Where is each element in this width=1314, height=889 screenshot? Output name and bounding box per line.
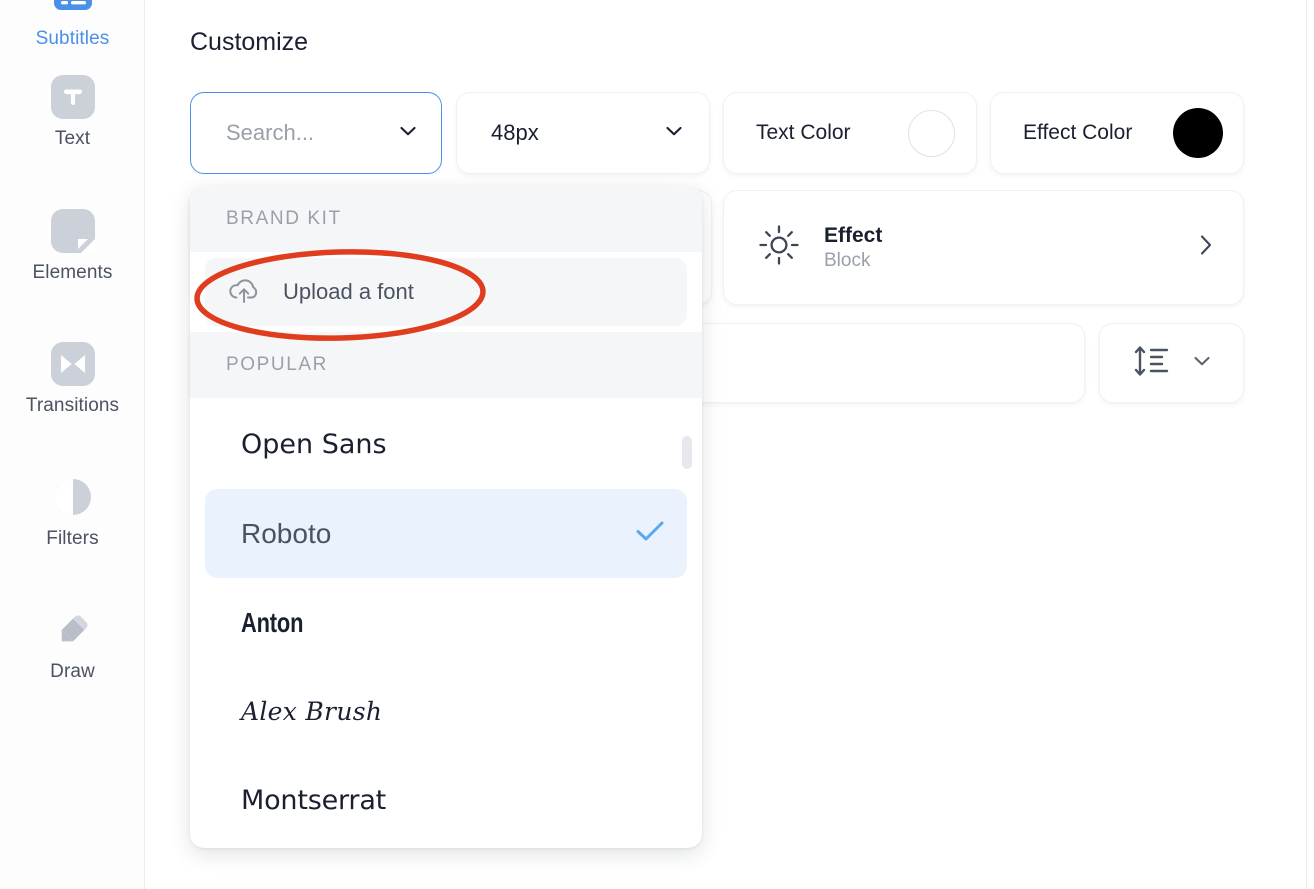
font-search-input[interactable]: Search...	[226, 120, 314, 146]
transitions-icon	[50, 341, 96, 387]
chevron-right-icon[interactable]	[1195, 232, 1217, 263]
font-name: Roboto	[241, 518, 331, 550]
elements-icon	[50, 208, 96, 254]
upload-a-font-button[interactable]: Upload a font	[205, 258, 687, 326]
sidebar-item-label: Draw	[50, 661, 95, 683]
effect-subtitle: Block	[824, 250, 882, 271]
cloud-upload-icon	[227, 275, 261, 310]
sidebar-item-label: Elements	[32, 262, 112, 284]
font-list-item-selected[interactable]: Roboto	[205, 489, 687, 578]
chevron-down-icon	[663, 120, 685, 147]
filters-icon	[50, 474, 96, 520]
check-icon	[633, 518, 667, 549]
effect-color-label: Effect Color	[1023, 121, 1132, 145]
text-color-swatch[interactable]	[908, 110, 955, 157]
font-list-item[interactable]: Anton	[205, 578, 687, 667]
font-name: Open Sans	[241, 429, 387, 460]
sidebar-item-filters[interactable]: Filters	[0, 474, 145, 550]
sidebar-item-label: Subtitles	[36, 28, 110, 50]
effect-color-button[interactable]: Effect Color	[990, 92, 1244, 174]
font-list-item[interactable]: Alex Brush	[205, 667, 687, 756]
upload-a-font-label: Upload a font	[283, 279, 414, 305]
sidebar-item-draw[interactable]: Draw	[0, 607, 145, 683]
sidebar-item-text[interactable]: Text	[0, 74, 145, 150]
subtitles-icon	[50, 0, 96, 20]
chevron-down-icon	[1191, 350, 1213, 377]
sidebar-item-label: Text	[55, 128, 90, 150]
font-size-select[interactable]: 48px	[456, 92, 710, 174]
effect-color-swatch[interactable]	[1173, 108, 1223, 158]
font-list-item[interactable]: Montserrat	[205, 756, 687, 845]
sidebar-item-subtitles[interactable]: Subtitles	[0, 0, 145, 50]
sun-brightness-icon	[756, 222, 802, 273]
draw-pencil-icon	[50, 607, 96, 653]
effect-title: Effect	[824, 224, 882, 248]
font-list-item[interactable]: Open Sans	[205, 400, 687, 489]
line-height-icon	[1131, 341, 1173, 386]
page-title: Customize	[190, 28, 308, 57]
dropdown-scrollbar-track[interactable]	[682, 248, 694, 842]
sidebar-item-label: Transitions	[26, 395, 119, 417]
effect-row[interactable]: Effect Block	[723, 190, 1244, 305]
left-sidebar: Subtitles Text	[0, 0, 145, 889]
font-list: Open Sans Roboto Anton Alex Brush Montse…	[190, 398, 702, 845]
panel-right-divider	[1306, 0, 1307, 889]
dropdown-section-header-brandkit: BRAND KIT	[190, 186, 702, 252]
upload-font-row-wrapper: Upload a font	[190, 252, 702, 332]
font-size-value: 48px	[491, 120, 539, 146]
font-name: Montserrat	[241, 785, 386, 816]
line-height-select[interactable]	[1099, 323, 1244, 403]
text-icon	[50, 74, 96, 120]
text-color-label: Text Color	[756, 121, 851, 145]
font-family-dropdown[interactable]: BRAND KIT Upload a font POPULAR Open San…	[190, 186, 702, 848]
sidebar-item-label: Filters	[46, 528, 98, 550]
sidebar-item-elements[interactable]: Elements	[0, 208, 145, 284]
font-name: Anton	[241, 607, 303, 639]
font-name: Alex Brush	[241, 697, 382, 726]
font-family-select[interactable]: Search...	[190, 92, 442, 174]
chevron-down-icon	[397, 120, 419, 147]
text-color-button[interactable]: Text Color	[723, 92, 977, 174]
dropdown-scrollbar-thumb[interactable]	[682, 436, 692, 469]
app-root: Subtitles Text	[0, 0, 1314, 889]
dropdown-section-header-popular: POPULAR	[190, 332, 702, 398]
sidebar-item-transitions[interactable]: Transitions	[0, 341, 145, 417]
